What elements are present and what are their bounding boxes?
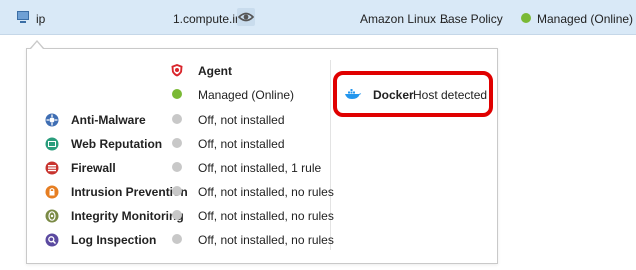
module-status-log-inspection: Off, not installed, no rules	[198, 233, 334, 247]
module-status-intrusion-prevention: Off, not installed, no rules	[198, 185, 334, 199]
module-name-integrity-monitoring: Integrity Monitoring	[71, 209, 184, 223]
docker-status: Host detected	[413, 88, 488, 102]
computer-status: Managed (Online)	[537, 12, 634, 26]
module-name-intrusion-prevention: Intrusion Prevention	[71, 185, 188, 199]
computer-row[interactable]: ip 1.compute.inte Amazon Linux ... Base …	[0, 0, 636, 35]
agent-status: Managed (Online)	[198, 88, 295, 102]
computer-icon	[17, 11, 29, 23]
module-status-dot	[172, 234, 182, 244]
log-inspection-icon	[45, 233, 59, 247]
docker-label: Docker	[373, 88, 414, 102]
module-name-log-inspection: Log Inspection	[71, 233, 157, 247]
online-status-dot	[521, 13, 531, 23]
module-status-dot	[172, 114, 182, 124]
firewall-icon	[45, 161, 59, 175]
popover-arrow-inner	[31, 42, 43, 49]
platform: Amazon Linux ...	[360, 12, 450, 26]
module-status-dot	[172, 138, 182, 148]
docker-whale-icon	[345, 89, 362, 99]
agent-label: Agent	[198, 64, 232, 78]
intrusion-prevention-icon	[45, 185, 59, 199]
module-status-dot	[172, 162, 182, 172]
preview-button[interactable]	[237, 8, 255, 26]
anti-malware-icon	[45, 113, 59, 127]
module-name-firewall: Firewall	[71, 161, 116, 175]
web-reputation-icon	[45, 137, 59, 151]
integrity-monitoring-icon	[45, 209, 59, 223]
agent-status-dot	[172, 89, 182, 99]
host-address: 1.compute.inte	[173, 12, 237, 26]
host-name[interactable]: ip	[36, 12, 45, 26]
module-status-web-reputation: Off, not installed	[198, 137, 285, 151]
agent-shield-icon	[171, 64, 183, 77]
policy[interactable]: Base Policy	[440, 12, 503, 26]
eye-icon	[237, 12, 255, 22]
module-name-anti-malware: Anti-Malware	[71, 113, 146, 127]
module-status-anti-malware: Off, not installed	[198, 113, 285, 127]
module-status-firewall: Off, not installed, 1 rule	[198, 161, 322, 175]
module-status-dot	[172, 186, 182, 196]
module-status-integrity-monitoring: Off, not installed, no rules	[198, 209, 334, 223]
module-name-web-reputation: Web Reputation	[71, 137, 163, 151]
module-status-dot	[172, 210, 182, 220]
